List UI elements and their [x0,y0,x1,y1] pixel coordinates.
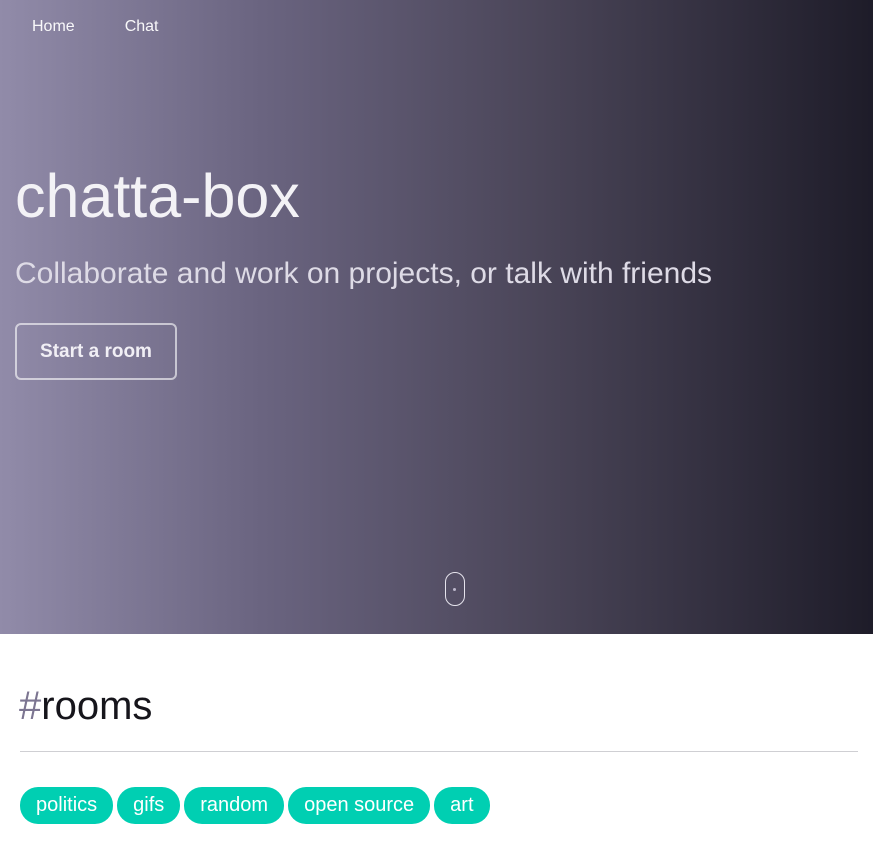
nav-link-home[interactable]: Home [32,18,75,36]
rooms-heading-text: rooms [41,684,153,728]
section-divider [20,751,858,752]
scroll-dot [453,588,456,591]
top-nav: Home Chat [32,18,158,36]
room-tag-gifs[interactable]: gifs [117,787,181,824]
hero-subtitle: Collaborate and work on projects, or tal… [15,257,713,290]
room-tag-politics[interactable]: politics [20,787,114,824]
nav-link-chat[interactable]: Chat [125,18,159,36]
hero-title: chatta-box [15,162,300,230]
mouse-scroll-icon[interactable] [445,572,465,606]
room-tag-art[interactable]: art [434,787,490,824]
room-tag-open-source[interactable]: open source [288,787,431,824]
hero-section: Home Chat chatta-box Collaborate and wor… [0,0,873,634]
hash-symbol: # [19,684,42,728]
room-tag-random[interactable]: random [184,787,285,824]
rooms-heading: #rooms [19,683,152,729]
room-tag-list: politics gifs random open source art [20,787,490,824]
start-room-button[interactable]: Start a room [15,323,177,380]
